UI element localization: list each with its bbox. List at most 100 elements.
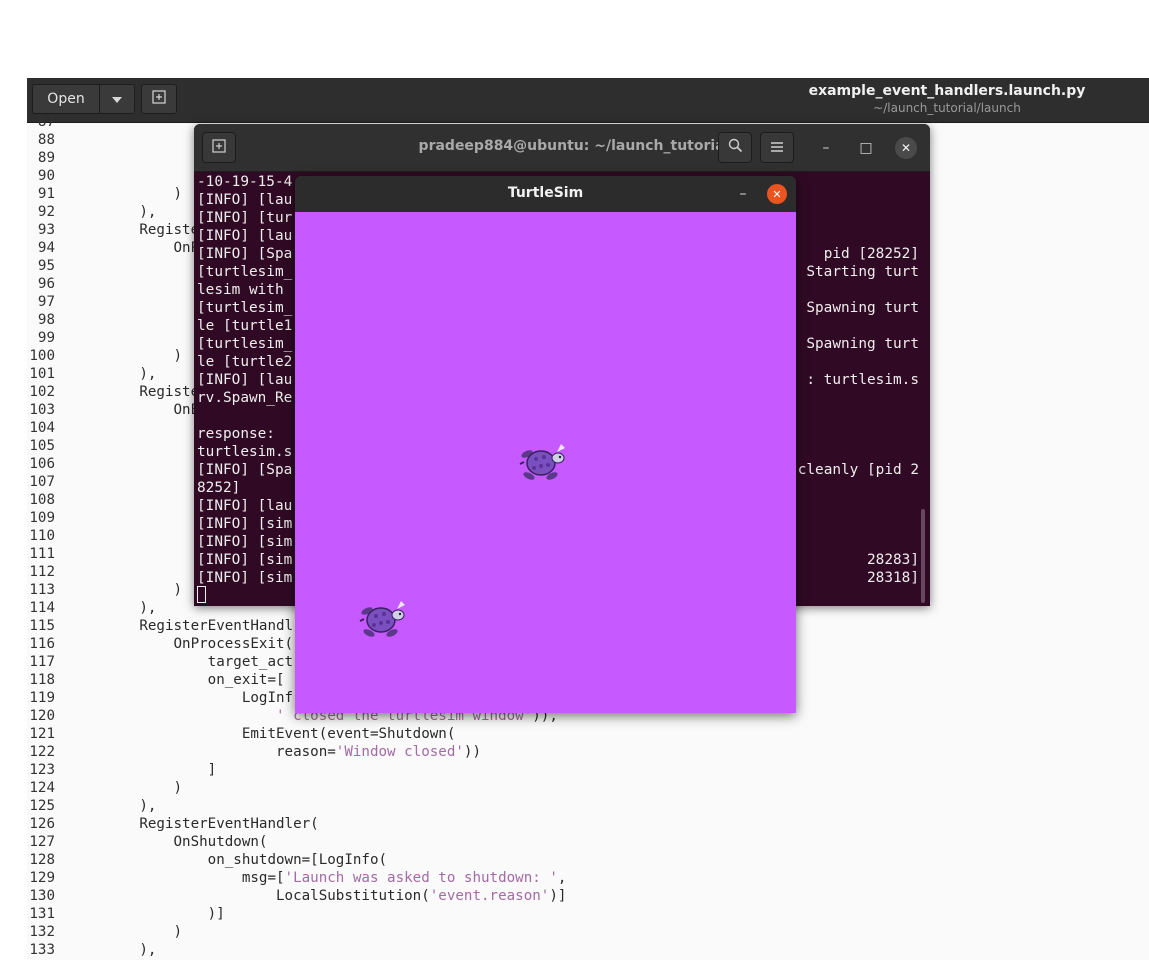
new-tab-icon xyxy=(152,90,166,108)
new-tab-icon xyxy=(212,138,226,157)
code-token: Registe xyxy=(71,222,200,238)
code-line: 93 Registe xyxy=(27,221,199,239)
line-number: 100 xyxy=(29,348,55,364)
terminal-line-left: [turtlesim_ xyxy=(197,264,293,280)
hamburger-menu-icon xyxy=(770,139,784,157)
terminal-line-right: Starting turt xyxy=(806,264,919,280)
line-number: 130 xyxy=(29,888,55,904)
terminal-line-right: Spawning turt xyxy=(806,336,919,352)
maximize-icon: □ xyxy=(859,140,873,156)
line-number: 104 xyxy=(29,420,55,436)
code-line: 91 ) xyxy=(27,185,182,203)
terminal-line-left: [INFO] [Spa xyxy=(197,246,293,262)
line-number: 94 xyxy=(37,240,55,256)
code-token: Registe xyxy=(71,384,200,400)
code-line: 131 )] xyxy=(27,905,224,923)
code-line: 123 ] xyxy=(27,761,216,779)
code-text: ) xyxy=(55,923,182,941)
line-number: 96 xyxy=(37,276,55,292)
code-line: 132 ) xyxy=(27,923,182,941)
terminal-line-left: response: xyxy=(197,426,275,442)
new-document-button[interactable] xyxy=(141,84,177,114)
code-line: 98 xyxy=(27,311,71,329)
code-text: LogInf xyxy=(55,689,293,707)
terminal-maximize-button[interactable]: □ xyxy=(855,137,877,159)
open-button[interactable]: Open xyxy=(32,84,100,114)
terminal-line-left: turtlesim.s xyxy=(197,444,293,460)
terminal-line-right: cleanly [pid 2 xyxy=(797,462,919,478)
terminal-close-button[interactable]: ✕ xyxy=(895,137,917,159)
terminal-new-tab-button[interactable] xyxy=(202,132,236,163)
code-line: 111 xyxy=(27,545,71,563)
search-icon xyxy=(728,138,743,157)
terminal-line-left: [INFO] [Spa xyxy=(197,462,293,478)
turtlesim-minimize-button[interactable]: – xyxy=(733,184,753,204)
line-number: 110 xyxy=(29,528,55,544)
code-text: OnP xyxy=(55,239,199,257)
code-line: 124 ) xyxy=(27,779,182,797)
terminal-line-right: pid [28252] xyxy=(823,246,919,262)
code-line: 112 xyxy=(27,563,71,581)
string-literal: 'Launch was asked to shutdown: ' xyxy=(284,870,558,886)
line-number: 93 xyxy=(37,222,55,238)
code-text: RegisterEventHandl xyxy=(55,617,293,635)
line-number: 105 xyxy=(29,438,55,454)
line-number: 120 xyxy=(29,708,55,724)
terminal-line-left: [INFO] [lau xyxy=(197,498,293,514)
terminal-line-right: 28283] xyxy=(867,552,919,568)
code-token: ), xyxy=(71,204,157,220)
string-literal: 'event.reason' xyxy=(429,888,550,904)
line-number: 124 xyxy=(29,780,55,796)
code-token: LocalSubstitution( xyxy=(71,888,430,904)
code-token: on_exit=[ xyxy=(71,672,285,688)
terminal-line-right: 28318] xyxy=(867,570,919,586)
line-number: 103 xyxy=(29,402,55,418)
terminal-line-left: rv.Spawn_Re xyxy=(197,390,293,406)
gedit-headerbar: Open example_event_handlers.launch.py ~/… xyxy=(27,78,1149,123)
code-line: 90 xyxy=(27,167,71,185)
terminal-line-left: [turtlesim_ xyxy=(197,300,293,316)
code-line: 95 xyxy=(27,257,71,275)
code-token: ) xyxy=(71,186,183,202)
code-text: Registe xyxy=(55,383,199,401)
terminal-line-left: [turtlesim_ xyxy=(197,336,293,352)
line-number: 133 xyxy=(29,942,55,958)
code-line: 101 ), xyxy=(27,365,156,383)
open-dropdown-button[interactable] xyxy=(99,84,135,114)
terminal-line-left: le [turtle1 xyxy=(197,318,293,334)
terminal-line-left: -10-19-15-4 xyxy=(197,174,293,190)
terminal-search-button[interactable] xyxy=(718,132,752,163)
code-line: 125 ), xyxy=(27,797,156,815)
code-line: 94 OnP xyxy=(27,239,199,257)
line-number: 117 xyxy=(29,654,55,670)
terminal-line-left: lesim with xyxy=(197,282,284,298)
line-number: 101 xyxy=(29,366,55,382)
terminal-line-left: [INFO] [sim xyxy=(197,534,293,550)
turtlesim-close-button[interactable]: ✕ xyxy=(767,184,787,204)
code-line: 107 xyxy=(27,473,71,491)
code-token: ), xyxy=(71,942,157,958)
code-token: ) xyxy=(71,924,183,940)
code-text: ), xyxy=(55,797,156,815)
line-number: 114 xyxy=(29,600,55,616)
code-token: ) xyxy=(71,348,183,364)
terminal-minimize-button[interactable]: – xyxy=(815,137,837,159)
code-line: 109 xyxy=(27,509,71,527)
code-text: ) xyxy=(55,185,182,203)
terminal-scrollbar[interactable] xyxy=(921,509,925,603)
terminal-menu-button[interactable] xyxy=(760,132,794,163)
code-line: 96 xyxy=(27,275,71,293)
line-number: 118 xyxy=(29,672,55,688)
code-text: on_shutdown=[LogInfo( xyxy=(55,851,387,869)
code-line: 99 xyxy=(27,329,71,347)
line-number: 102 xyxy=(29,384,55,400)
turtlesim-canvas xyxy=(295,212,796,713)
code-line: 114 ), xyxy=(27,599,156,617)
code-text: ), xyxy=(55,941,156,959)
code-line: 110 xyxy=(27,527,71,545)
document-title: example_event_handlers.launch.py xyxy=(808,83,1086,99)
code-token: )) xyxy=(463,744,482,760)
terminal-line-left: [INFO] [lau xyxy=(197,192,293,208)
line-number: 87 xyxy=(37,114,55,130)
terminal-line-left: le [turtle2 xyxy=(197,354,293,370)
